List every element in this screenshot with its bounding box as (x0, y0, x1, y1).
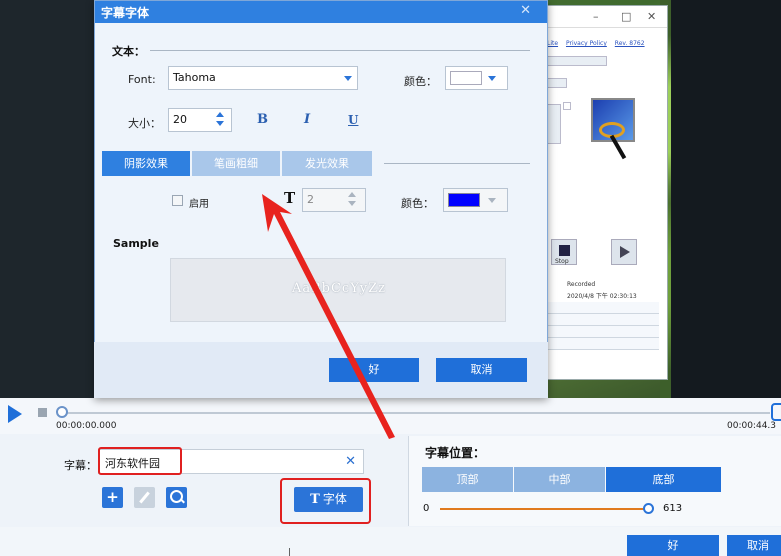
link-lite: Lite (547, 40, 559, 47)
position-slider-track[interactable] (440, 508, 650, 510)
font-button-highlight-box (280, 478, 371, 524)
clear-icon[interactable]: ✕ (345, 454, 356, 469)
position-bottom-button[interactable]: 底部 (606, 467, 721, 492)
dialog-title: 字幕字体 (101, 6, 150, 20)
dialog-ok-button[interactable]: 好 (329, 358, 419, 382)
divider (384, 163, 530, 164)
color-swatch (450, 71, 482, 85)
chevron-down-icon (488, 76, 496, 81)
position-label: 字幕位置： (425, 446, 486, 460)
time-start: 00:00:00.000 (56, 421, 117, 431)
enable-label: 启用 (189, 199, 209, 210)
stop-icon[interactable] (38, 408, 47, 417)
time-end: 00:00:44.3 (727, 421, 777, 431)
position-slider-min: 0 (423, 503, 430, 514)
underline-button[interactable]: U (348, 113, 358, 127)
snapshot-icon[interactable] (771, 403, 781, 421)
chevron-down-icon (344, 76, 352, 81)
dialog-cancel-button[interactable]: 取消 (436, 358, 527, 382)
play-record-icon (611, 239, 637, 265)
tab-shadow-effect[interactable]: 阴影效果 (102, 151, 190, 176)
link-rev: Rev. 8762 (614, 40, 645, 47)
spin-down-icon[interactable] (216, 121, 224, 126)
link-privacy: Privacy Policy (565, 40, 607, 47)
text-cursor-icon: | (288, 548, 292, 556)
add-subtitle-button[interactable]: + (102, 487, 123, 508)
position-middle-button[interactable]: 中部 (514, 467, 605, 492)
font-label: Font: (128, 73, 156, 86)
chevron-down-icon (488, 198, 496, 203)
size-label: 大小： (128, 117, 161, 130)
sample-text: AaBbCcYyZz (291, 281, 387, 296)
effect-color-label: 颜色： (401, 197, 434, 210)
subtitle-label: 字幕： (64, 459, 97, 472)
effect-color-select[interactable] (443, 188, 508, 212)
timeline-knob[interactable] (56, 406, 68, 418)
spin-up-icon[interactable] (216, 112, 224, 117)
text-section-label: 文本： (112, 45, 145, 58)
font-value: Tahoma (173, 71, 216, 84)
bold-button[interactable]: B (257, 112, 268, 127)
font-select[interactable]: Tahoma (168, 66, 358, 90)
recorded-label: Recorded (567, 281, 596, 288)
position-slider-value: 613 (663, 503, 683, 514)
background-app-list (547, 302, 659, 350)
sample-label: Sample (113, 237, 159, 250)
spin-up-icon[interactable] (348, 192, 356, 197)
position-top-button[interactable]: 顶部 (422, 467, 513, 492)
color-label: 颜色： (404, 75, 437, 88)
list-item (547, 338, 659, 350)
sample-preview: AaBbCcYyZz (170, 258, 506, 322)
main-ok-button[interactable]: 好 (627, 535, 719, 556)
list-item (547, 314, 659, 326)
timeline-track[interactable] (60, 412, 770, 414)
tab-glow-effect[interactable]: 发光效果 (282, 151, 372, 176)
recorded-value: 2020/4/8 下午 02:30:13 (567, 293, 637, 300)
position-slider-knob[interactable] (643, 503, 654, 514)
background-app-links: Lite Privacy Policy Rev. 8762 (547, 40, 651, 47)
app-stage: – □ ✕ Lite Privacy Policy Rev. 8762 Stop… (0, 0, 781, 556)
background-app-checkbox (563, 102, 571, 110)
subtitle-highlight-box (98, 447, 182, 475)
effect-size-value: 2 (307, 193, 314, 206)
divider (150, 50, 530, 51)
timeline-area (0, 398, 781, 434)
text-size-icon: T (284, 189, 296, 207)
video-border-right (671, 0, 781, 398)
background-app-window: – □ ✕ Lite Privacy Policy Rev. 8762 Stop… (540, 5, 668, 380)
size-value: 20 (173, 113, 187, 126)
list-item (547, 326, 659, 338)
effect-size-spinner[interactable]: 2 (302, 188, 366, 212)
dialog-titlebar: 字幕字体 ✕ (95, 1, 547, 23)
effect-color-swatch (448, 193, 480, 207)
minimize-icon: – (593, 10, 599, 23)
stop-label: Stop (555, 258, 569, 265)
spin-down-icon[interactable] (348, 201, 356, 206)
background-app-field (547, 56, 607, 66)
maximize-icon: □ (621, 10, 632, 23)
enable-checkbox[interactable] (172, 195, 183, 206)
video-border-left (0, 0, 95, 398)
tab-stroke-weight[interactable]: 笔画粗细 (192, 151, 280, 176)
close-icon[interactable]: ✕ (520, 3, 531, 18)
background-app-field (547, 78, 567, 88)
background-app-titlebar: – □ ✕ (541, 6, 667, 28)
play-icon[interactable] (8, 405, 22, 423)
main-cancel-button[interactable]: 取消 (727, 535, 781, 556)
search-button[interactable] (166, 487, 187, 508)
italic-button[interactable]: I (304, 112, 310, 127)
color-select[interactable] (445, 66, 508, 90)
list-item (547, 302, 659, 314)
edit-subtitle-button[interactable] (134, 487, 155, 508)
close-icon: ✕ (647, 10, 657, 23)
background-app-panel (547, 104, 561, 144)
